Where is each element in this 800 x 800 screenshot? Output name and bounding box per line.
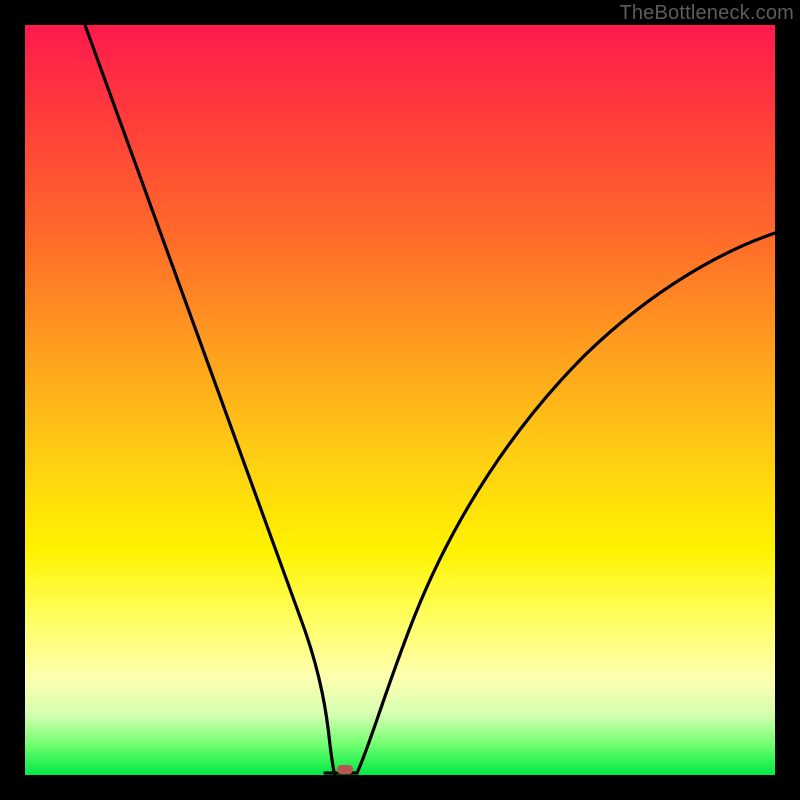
plot-area [25, 25, 775, 775]
curve-left-branch [85, 25, 335, 775]
curve-right-branch [357, 233, 775, 773]
chart-container: TheBottleneck.com [0, 0, 800, 800]
min-marker [337, 765, 353, 774]
watermark-text: TheBottleneck.com [619, 2, 794, 25]
curve-layer [25, 25, 775, 775]
